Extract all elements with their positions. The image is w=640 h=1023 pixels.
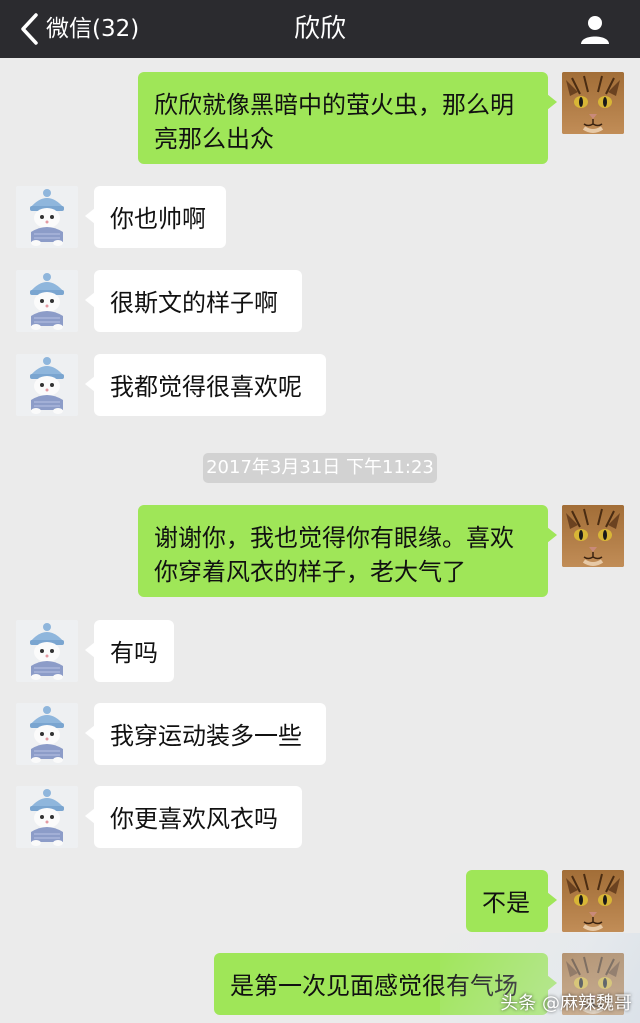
timestamp-divider: 2017年3月31日 下午11:23 bbox=[203, 453, 437, 483]
message-text: 有吗 bbox=[110, 639, 158, 667]
kitten-beanie-avatar[interactable] bbox=[16, 270, 78, 332]
message-text: 我穿运动装多一些 bbox=[110, 722, 302, 750]
avatar-image bbox=[16, 270, 78, 332]
navigation-bar: 微信(32) 欣欣 bbox=[0, 0, 640, 58]
avatar-image bbox=[16, 703, 78, 765]
avatar-image bbox=[16, 186, 78, 248]
message-text: 不是 bbox=[482, 889, 530, 917]
message-bubble[interactable]: 我都觉得很喜欢呢 bbox=[85, 354, 326, 416]
person-icon bbox=[581, 16, 609, 44]
message-bubble[interactable]: 你更喜欢风衣吗 bbox=[85, 786, 302, 848]
avatar-image bbox=[16, 786, 78, 848]
tabby-cat-avatar[interactable] bbox=[562, 72, 624, 134]
avatar-image bbox=[16, 620, 78, 682]
message-bubble[interactable]: 不是 bbox=[466, 870, 557, 932]
message-text: 你也帅啊 bbox=[110, 205, 206, 233]
chat-title: 欣欣 bbox=[293, 14, 346, 44]
tabby-cat-avatar[interactable] bbox=[562, 505, 624, 567]
message-text: 欣欣就像黑暗中的萤火虫，那么明亮那么出众 bbox=[154, 91, 514, 153]
message-bubble[interactable]: 很斯文的样子啊 bbox=[85, 270, 302, 332]
message-text: 很斯文的样子啊 bbox=[110, 289, 278, 317]
message-bubble[interactable]: 你也帅啊 bbox=[85, 186, 226, 248]
avatar-image bbox=[16, 354, 78, 416]
avatar-image bbox=[562, 870, 624, 932]
tabby-cat-avatar[interactable] bbox=[562, 870, 624, 932]
kitten-beanie-avatar[interactable] bbox=[16, 786, 78, 848]
kitten-beanie-avatar[interactable] bbox=[16, 354, 78, 416]
message-text: 谢谢你，我也觉得你有眼缘。喜欢你穿着风衣的样子，老大气了 bbox=[154, 524, 514, 586]
message-text: 你更喜欢风衣吗 bbox=[110, 805, 278, 833]
kitten-beanie-avatar[interactable] bbox=[16, 186, 78, 248]
watermark-text: 头条 @麻辣魏哥 bbox=[500, 993, 632, 1014]
kitten-beanie-avatar[interactable] bbox=[16, 703, 78, 765]
avatar-image bbox=[562, 72, 624, 134]
message-bubble[interactable]: 我穿运动装多一些 bbox=[85, 703, 326, 765]
message-bubble[interactable]: 谢谢你，我也觉得你有眼缘。喜欢你穿着风衣的样子，老大气了 bbox=[138, 505, 557, 597]
kitten-beanie-avatar[interactable] bbox=[16, 620, 78, 682]
avatar-image bbox=[562, 505, 624, 567]
contact-info-button[interactable] bbox=[578, 12, 612, 46]
message-bubble[interactable]: 欣欣就像黑暗中的萤火虫，那么明亮那么出众 bbox=[138, 72, 557, 164]
chat-screen: 微信(32) 欣欣 欣欣就像黑暗中的萤火虫，那么明亮那么出众 你也帅啊 很斯文的… bbox=[0, 0, 640, 1023]
message-bubble[interactable]: 有吗 bbox=[85, 620, 174, 682]
message-text: 我都觉得很喜欢呢 bbox=[110, 373, 302, 401]
